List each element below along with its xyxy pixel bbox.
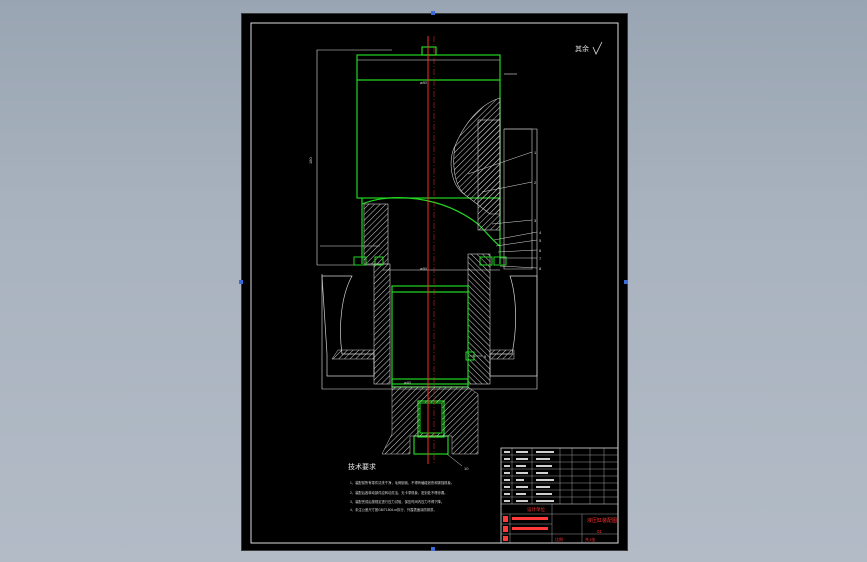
- svg-text:ø80: ø80: [420, 266, 428, 271]
- tech-req-item-1: 1、装配前所有零件清洗干净，毛刺倒钝，不得有磕碰划伤和锈蚀现象。: [350, 480, 454, 485]
- part-label-8: 8: [539, 266, 542, 271]
- part-label-4: 4: [539, 230, 542, 235]
- svg-text:ø80: ø80: [420, 80, 428, 85]
- right-wall-section: [477, 119, 501, 231]
- svg-text:ø40: ø40: [404, 380, 412, 385]
- left-lower-sleeve: [373, 263, 391, 385]
- part-label-10: 10: [464, 466, 469, 471]
- right-lower-sleeve: [467, 253, 491, 385]
- roughness-symbol: [592, 41, 603, 55]
- frame-tick-top: [431, 11, 435, 15]
- title-block-title: 液压缸装配图: [587, 517, 617, 524]
- frame-tick-right: [624, 280, 628, 284]
- frame-tick-left: [239, 280, 243, 284]
- title-block-drawing-no: 01: [597, 529, 603, 534]
- title-block: 设计单位 液压缸装配图 01 比例 共1张: [500, 447, 619, 544]
- part-label-3: 3: [534, 218, 537, 223]
- title-block-sheet: 共1张: [585, 536, 595, 542]
- part-label-7: 7: [539, 256, 542, 261]
- right-flange: [489, 275, 538, 377]
- assembly-drawing: ø80 ø80 ø40 180 其余 技术要求 1、装配前所有零件清洗干净，毛刺…: [250, 22, 619, 544]
- title-block-scale: 比例: [555, 536, 563, 542]
- left-upper-sleeve: [363, 203, 389, 265]
- svg-text:180: 180: [308, 157, 313, 164]
- tech-req-title: 技术要求: [348, 462, 376, 471]
- part-label-1: 1: [534, 150, 537, 155]
- tech-req-item-4: 4、未注公差尺寸按GB/T1804-m执行，外露表面涂防锈漆。: [350, 507, 437, 512]
- part-label-6: 6: [539, 248, 542, 253]
- roughness-note: 其余: [575, 44, 589, 53]
- part-label-5: 5: [539, 238, 542, 243]
- left-flange: [321, 275, 375, 377]
- tech-req-list: 1、装配前所有零件清洗干净，毛刺倒钝，不得有磕碰划伤和锈蚀现象。 2、装配后各转…: [350, 480, 454, 512]
- part-label-2: 2: [534, 180, 537, 185]
- tech-req-item-2: 2、装配后各转动部件应转动灵活，无卡滞现象，密封处不得渗漏。: [350, 490, 447, 495]
- frame-tick-bottom: [431, 547, 435, 551]
- tech-req-item-3: 3、装配完成后按规定进行压力试验，保压时间内压力不得下降。: [350, 499, 444, 504]
- drawing-sheet: ø80 ø80 ø40 180 其余 技术要求 1、装配前所有零件清洗干净，毛刺…: [241, 13, 628, 551]
- title-block-company: 设计单位: [527, 506, 545, 513]
- inner-frame: [250, 22, 619, 544]
